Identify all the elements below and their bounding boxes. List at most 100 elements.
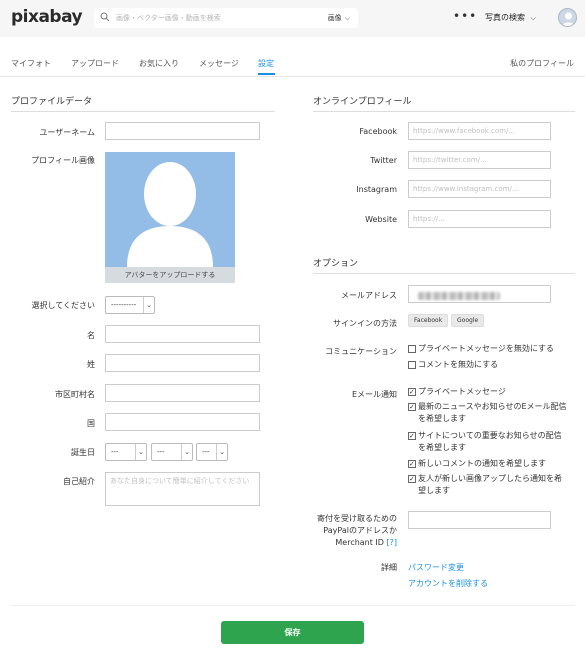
birthday-year-value: --- xyxy=(202,448,210,456)
email-label: メールアドレス xyxy=(341,291,397,300)
birthday-month-select[interactable]: --- ⌄ xyxy=(151,443,193,461)
paypal-field[interactable] xyxy=(408,511,551,529)
communication-label: コミュニケーション xyxy=(325,347,397,356)
birthday-day-value: --- xyxy=(111,448,119,456)
divider xyxy=(313,273,575,274)
chevron-down-icon: ⌄ xyxy=(181,444,192,460)
search-box[interactable]: 画像⌵ xyxy=(94,8,358,28)
username-field[interactable] xyxy=(105,122,260,140)
disable-pm-label: プライベートメッセージを無効にする xyxy=(418,344,554,353)
country-label: 国 xyxy=(87,419,95,428)
top-bar: pixabay 画像⌵ ••• 写真の検索 ⌵ xyxy=(0,0,585,37)
birthday-day-select[interactable]: --- ⌄ xyxy=(105,443,147,461)
disable-comments-label: コメントを無効にする xyxy=(418,360,499,369)
chevron-down-icon: ⌄ xyxy=(216,444,227,460)
notify-pm-label: プライベートメッセージ xyxy=(418,387,506,396)
website-field[interactable] xyxy=(408,210,551,228)
notify-comments-label: 新しいコメントの通知を希望します xyxy=(418,459,546,468)
notify-pm-checkbox[interactable]: プライベートメッセージ xyxy=(408,386,568,398)
paypal-label-line2: PayPalのアドレスか xyxy=(323,526,397,535)
instagram-field[interactable] xyxy=(408,180,551,198)
select-label: 選択してください xyxy=(31,301,95,310)
twitter-label: Twitter xyxy=(370,156,397,165)
birthday-label: 誕生日 xyxy=(71,448,95,457)
save-button[interactable]: 保存 xyxy=(221,621,364,644)
paypal-label: 寄付を受け取るための PayPalのアドレスか Merchant ID [?] xyxy=(317,513,397,549)
checkbox-checked-icon xyxy=(408,386,416,398)
paypal-help-link[interactable]: [?] xyxy=(387,538,398,547)
tab-upload[interactable]: アップロード xyxy=(71,58,119,69)
profile-tabs: マイフォト アップロード お気に入り メッセージ 設定 私のプロフィール xyxy=(0,37,585,77)
more-menu-icon[interactable]: ••• xyxy=(453,9,477,23)
facebook-field[interactable] xyxy=(408,122,551,140)
checkbox-checked-icon xyxy=(408,458,416,470)
chevron-down-icon: ⌵ xyxy=(344,14,350,22)
gender-select-value: ---------- xyxy=(111,301,137,309)
delete-account-link[interactable]: アカウントを削除する xyxy=(408,578,488,589)
disable-comments-checkbox[interactable]: コメントを無効にする xyxy=(408,359,568,371)
tab-settings[interactable]: 設定 xyxy=(258,58,274,69)
checkbox-checked-icon xyxy=(408,473,416,485)
bio-label: 自己紹介 xyxy=(63,477,95,486)
email-notify-label: Eメール通知 xyxy=(351,390,397,399)
user-avatar[interactable] xyxy=(558,8,577,27)
explore-label: 写真の検索 xyxy=(485,13,525,22)
user-icon xyxy=(562,12,575,26)
pixabay-logo[interactable]: pixabay xyxy=(11,7,83,27)
last-name-field[interactable] xyxy=(105,354,260,372)
paypal-label-line3: Merchant ID xyxy=(335,538,384,547)
profile-image-label: プロフィール画像 xyxy=(31,156,95,165)
first-name-label: 名 xyxy=(87,331,95,340)
instagram-label: Instagram xyxy=(356,185,397,194)
facebook-label: Facebook xyxy=(359,127,397,136)
notify-news-checkbox[interactable]: 最新のニュースやお知らせのEメール配信を希望します xyxy=(408,401,568,425)
checkbox-checked-icon xyxy=(408,401,416,413)
options-heading: オプション xyxy=(313,259,359,269)
disable-pm-checkbox[interactable]: プライベートメッセージを無効にする xyxy=(408,343,568,355)
checkbox-checked-icon xyxy=(408,430,416,442)
checkbox-icon xyxy=(408,361,416,369)
checkbox-icon xyxy=(408,345,416,353)
notify-important-checkbox[interactable]: サイトについての重要なお知らせの配信を希望します xyxy=(408,430,568,454)
notify-important-label: サイトについての重要なお知らせの配信を希望します xyxy=(418,431,562,452)
chevron-down-icon: ⌄ xyxy=(143,297,154,313)
notify-friends-label: 友人が新しい画像アップしたら通知を希望します xyxy=(418,474,562,495)
last-name-label: 姓 xyxy=(87,360,95,369)
email-blurred-value xyxy=(418,292,500,300)
username-label: ユーザーネーム xyxy=(39,128,95,137)
country-field[interactable] xyxy=(105,413,260,431)
search-input[interactable] xyxy=(116,12,306,24)
profile-data-heading: プロファイルデータ xyxy=(11,97,93,107)
gender-select[interactable]: ---------- ⌄ xyxy=(105,296,155,314)
bio-textarea[interactable] xyxy=(105,472,260,506)
notify-comments-checkbox[interactable]: 新しいコメントの通知を希望します xyxy=(408,458,568,470)
twitter-field[interactable] xyxy=(408,151,551,169)
notify-friends-checkbox[interactable]: 友人が新しい画像アップしたら通知を希望します xyxy=(408,473,568,497)
my-profile-link[interactable]: 私のプロフィール xyxy=(510,58,574,69)
details-label: 詳細 xyxy=(381,563,397,572)
birthday-month-value: --- xyxy=(157,448,165,456)
city-field[interactable] xyxy=(105,384,260,402)
chevron-down-icon: ⌄ xyxy=(135,444,146,460)
signin-google-pill[interactable]: Google xyxy=(451,314,485,327)
upload-avatar-button[interactable]: アバターをアップロードする xyxy=(105,267,235,283)
notify-news-label: 最新のニュースやお知らせのEメール配信を希望します xyxy=(418,402,567,423)
tab-my-photos[interactable]: マイフォト xyxy=(11,58,51,69)
signin-facebook-pill[interactable]: Facebook xyxy=(408,314,449,327)
signin-label: サインインの方法 xyxy=(333,319,397,328)
search-type-label: 画像 xyxy=(327,14,342,22)
search-icon xyxy=(100,12,110,22)
birthday-year-select[interactable]: --- ⌄ xyxy=(196,443,228,461)
search-type-dropdown[interactable]: 画像 ⌵ xyxy=(328,13,350,23)
default-avatar-icon xyxy=(127,162,213,267)
tab-messages[interactable]: メッセージ xyxy=(199,58,239,69)
paypal-label-line3-wrap: Merchant ID [?] xyxy=(317,537,397,549)
explore-dropdown[interactable]: 写真の検索 ⌵ xyxy=(485,12,536,23)
divider xyxy=(11,605,575,606)
website-label: Website xyxy=(365,215,397,224)
first-name-field[interactable] xyxy=(105,325,260,343)
change-password-link[interactable]: パスワード変更 xyxy=(408,562,464,573)
profile-image[interactable]: アバターをアップロードする xyxy=(105,152,235,283)
divider xyxy=(313,111,575,112)
tab-favorites[interactable]: お気に入り xyxy=(139,58,179,69)
